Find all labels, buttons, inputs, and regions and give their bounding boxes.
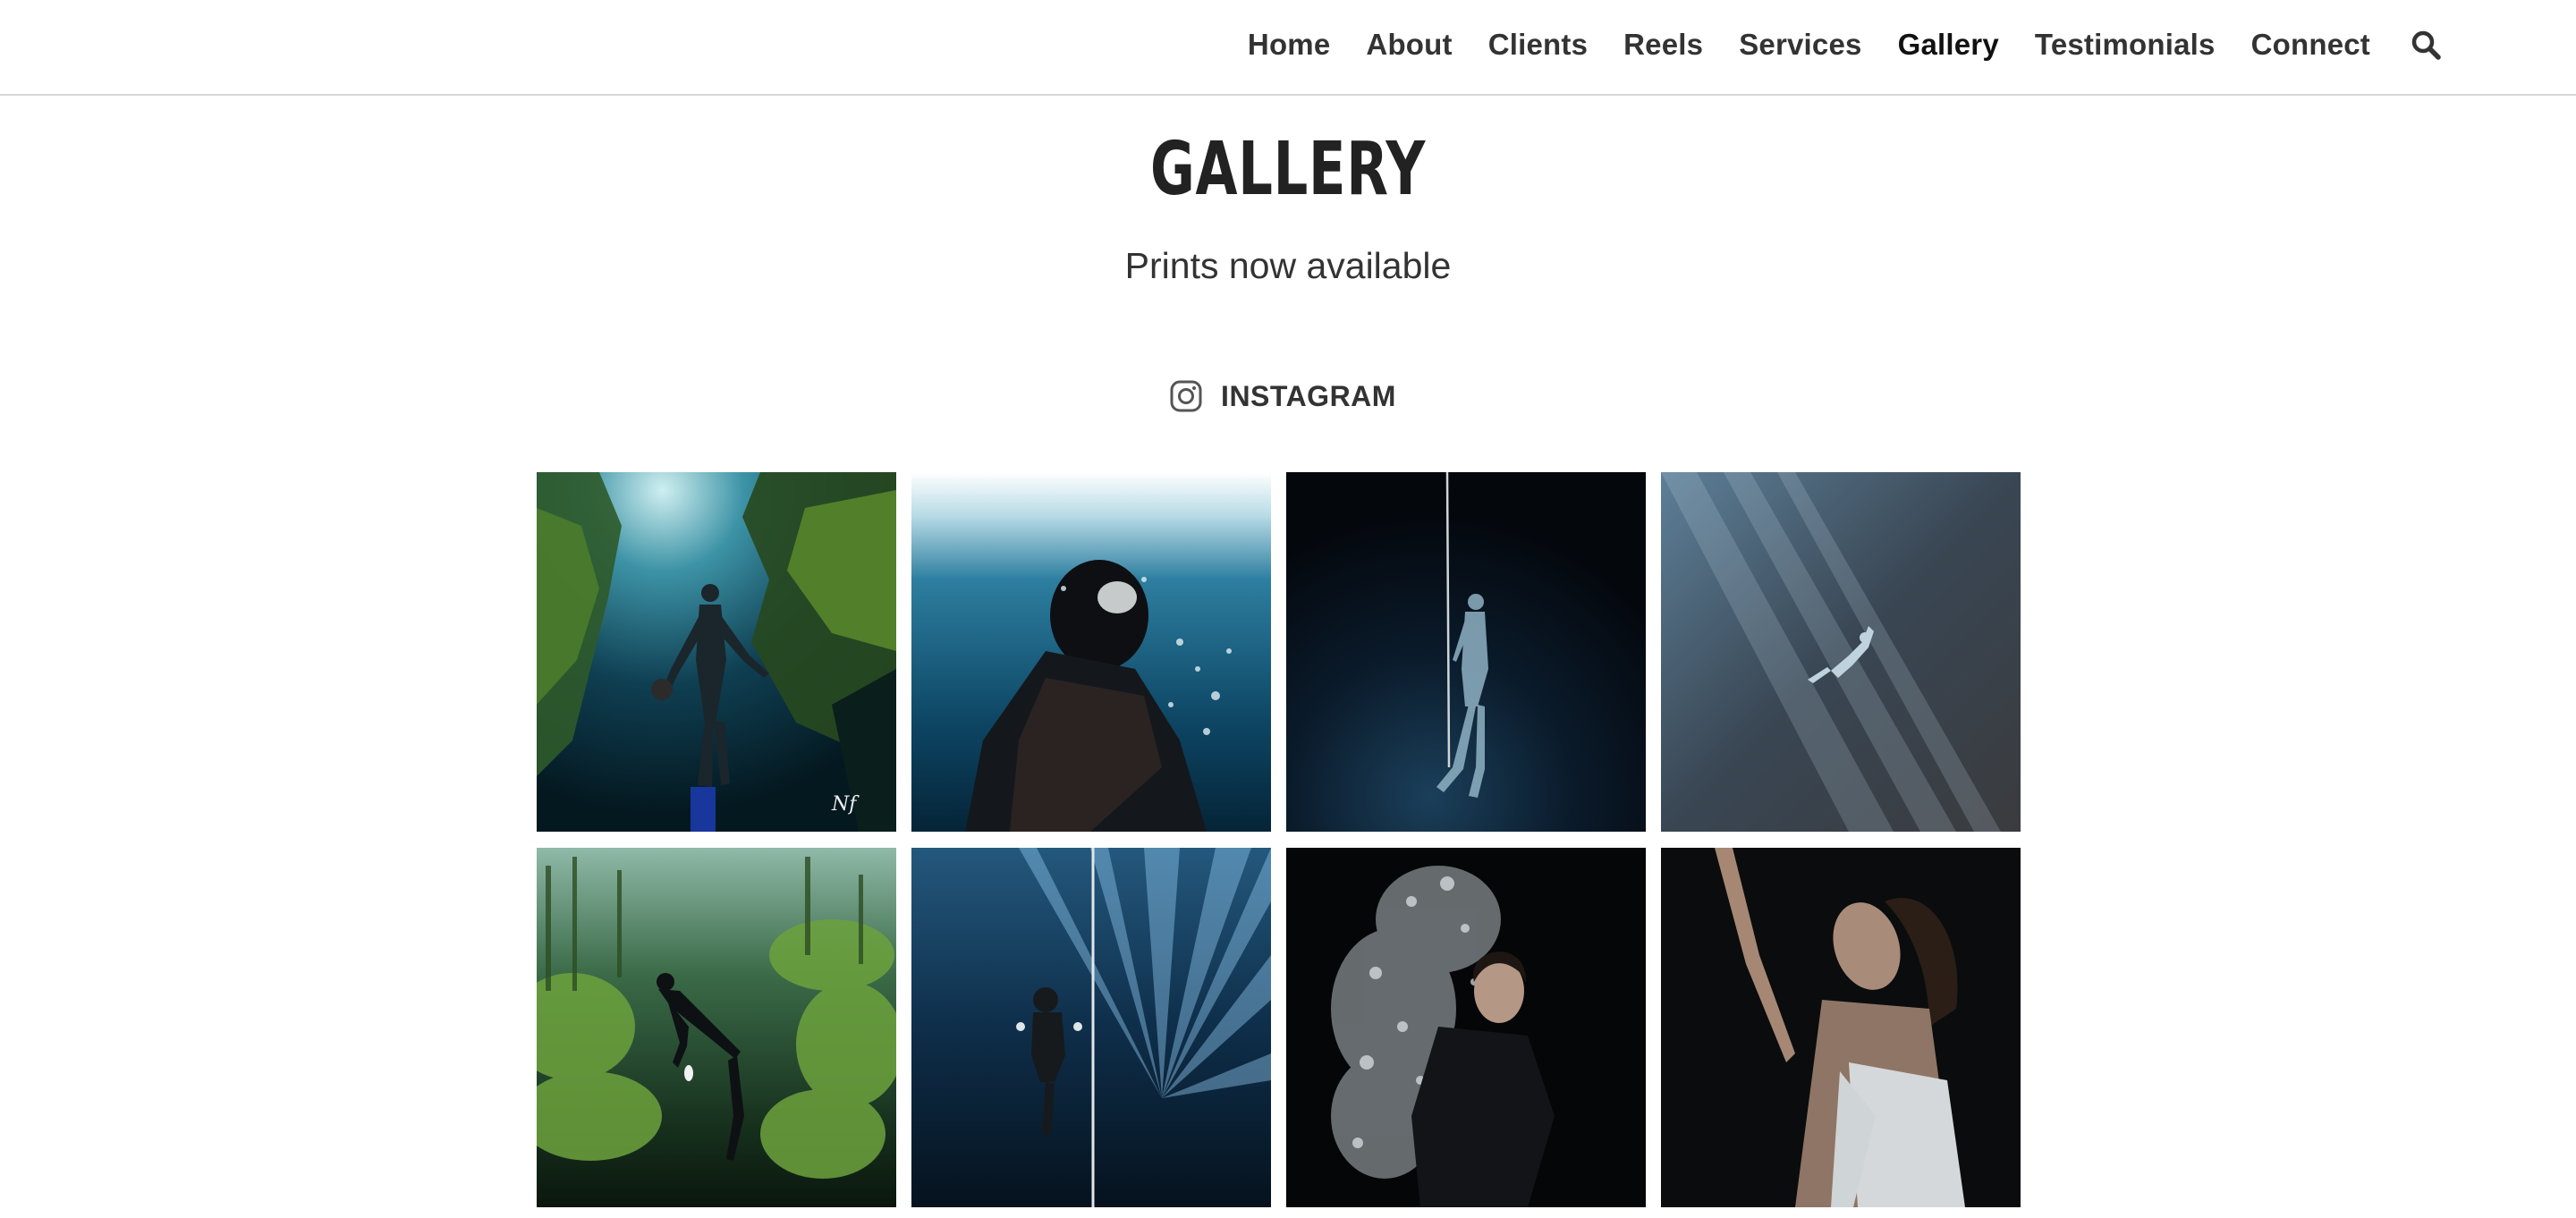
instagram-gallery-grid: Nf xyxy=(537,472,2022,1207)
gallery-photo-7[interactable] xyxy=(1286,848,1646,1207)
photo-freediver-rope xyxy=(1286,472,1646,832)
photo-freediver-cenote: Nf xyxy=(537,472,896,832)
photo-freediver-kelp xyxy=(537,848,896,1207)
nav-about[interactable]: About xyxy=(1366,28,1452,62)
instagram-icon xyxy=(1169,379,1203,413)
photo-diver-surface xyxy=(911,472,1271,832)
gallery-photo-8[interactable] xyxy=(1661,848,2021,1207)
nav-gallery[interactable]: Gallery xyxy=(1898,28,1999,62)
nav-services[interactable]: Services xyxy=(1739,28,1861,62)
nav-reels[interactable]: Reels xyxy=(1623,28,1703,62)
page-subtitle: Prints now available xyxy=(1124,245,1452,286)
gallery-photo-3[interactable] xyxy=(1286,472,1646,832)
gallery-photo-1[interactable]: Nf xyxy=(537,472,896,832)
search-icon[interactable] xyxy=(2410,29,2442,61)
site-header: Home About Clients Reels Services Galler… xyxy=(0,0,2576,96)
svg-text:Nf: Nf xyxy=(831,793,860,816)
photo-freediver-line-rays xyxy=(911,848,1271,1207)
gallery-photo-6[interactable] xyxy=(911,848,1271,1207)
nav-clients[interactable]: Clients xyxy=(1488,28,1588,62)
gallery-photo-2[interactable] xyxy=(911,472,1271,832)
main-nav: Home About Clients Reels Services Galler… xyxy=(1248,0,2442,89)
nav-home[interactable]: Home xyxy=(1248,28,1331,62)
photo-woman-bubbles xyxy=(1286,848,1646,1207)
photo-diver-light-rays xyxy=(1661,472,2021,832)
nav-testimonials[interactable]: Testimonials xyxy=(2035,28,2216,62)
instagram-link[interactable]: INSTAGRAM xyxy=(0,379,2576,413)
gallery-photo-4[interactable] xyxy=(1661,472,2021,832)
page-title: GALLERY xyxy=(1149,127,1427,212)
instagram-label: INSTAGRAM xyxy=(1221,379,1396,412)
nav-connect[interactable]: Connect xyxy=(2251,28,2370,62)
gallery-photo-5[interactable] xyxy=(537,848,896,1207)
photo-woman-white-dress xyxy=(1661,848,2021,1207)
